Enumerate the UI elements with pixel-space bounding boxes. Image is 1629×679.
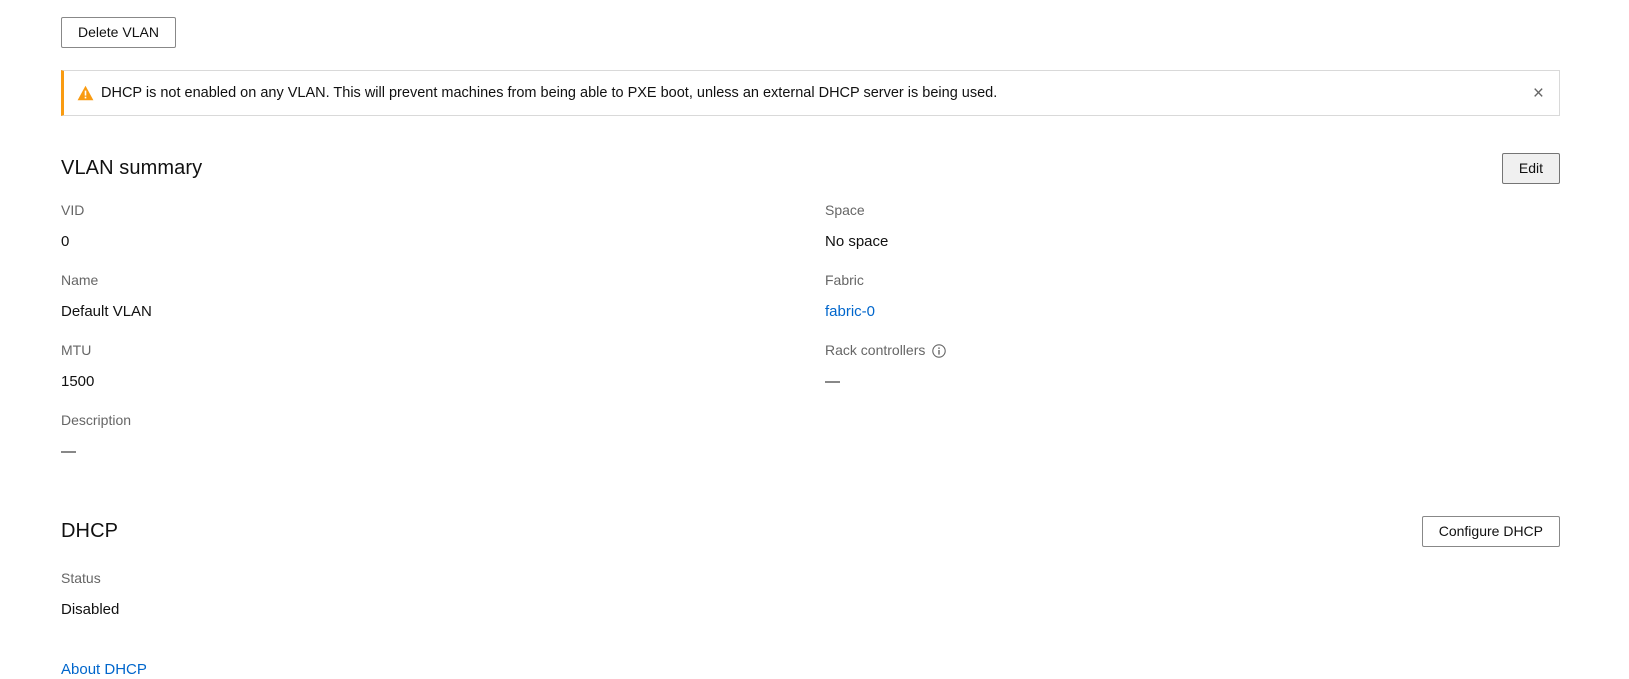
vlan-summary-title: VLAN summary — [61, 157, 202, 180]
field-mtu-value: 1500 — [61, 372, 825, 392]
vlan-detail-page: Delete VLAN DHCP is not enabled on any V… — [0, 0, 1629, 679]
alert-message: DHCP is not enabled on any VLAN. This wi… — [101, 83, 1531, 103]
field-rack-controllers-label: Rack controllers — [825, 342, 1560, 359]
configure-dhcp-button[interactable]: Configure DHCP — [1422, 516, 1560, 547]
field-name: Name Default VLAN — [61, 272, 825, 322]
field-vid: VID 0 — [61, 202, 825, 252]
warning-icon — [77, 85, 94, 101]
edit-button[interactable]: Edit — [1502, 153, 1560, 184]
vlan-summary-header: VLAN summary Edit — [61, 153, 1560, 184]
vlan-summary-left-column: VID 0 Name Default VLAN MTU 1500 Descrip… — [61, 202, 825, 482]
field-space-value: No space — [825, 232, 1560, 252]
vlan-summary-section: VLAN summary Edit VID 0 Name Default VLA… — [61, 153, 1560, 482]
field-dhcp-status-value: Disabled — [61, 600, 1560, 620]
delete-vlan-button[interactable]: Delete VLAN — [61, 17, 176, 48]
vlan-summary-fields: VID 0 Name Default VLAN MTU 1500 Descrip… — [61, 202, 1560, 482]
field-rack-controllers-label-text: Rack controllers — [825, 342, 925, 359]
field-name-value: Default VLAN — [61, 302, 825, 322]
field-space-label: Space — [825, 202, 1560, 219]
dhcp-section: DHCP Configure DHCP Status Disabled Abou… — [61, 516, 1560, 679]
vlan-summary-right-column: Space No space Fabric fabric-0 Rack cont… — [825, 202, 1560, 482]
dhcp-header: DHCP Configure DHCP — [61, 516, 1560, 547]
field-mtu: MTU 1500 — [61, 342, 825, 392]
field-mtu-label: MTU — [61, 342, 825, 359]
field-name-label: Name — [61, 272, 825, 289]
field-fabric-label: Fabric — [825, 272, 1560, 289]
field-vid-label: VID — [61, 202, 825, 219]
field-description-label: Description — [61, 412, 825, 429]
dhcp-title: DHCP — [61, 520, 118, 543]
fabric-link[interactable]: fabric-0 — [825, 303, 875, 320]
info-icon[interactable] — [932, 344, 946, 358]
alert-close-button[interactable]: × — [1531, 84, 1546, 103]
field-description: Description — — [61, 412, 825, 462]
field-space: Space No space — [825, 202, 1560, 252]
field-rack-controllers-value: — — [825, 372, 1560, 392]
field-rack-controllers: Rack controllers — — [825, 342, 1560, 392]
field-fabric: Fabric fabric-0 — [825, 272, 1560, 322]
field-dhcp-status-label: Status — [61, 570, 1560, 587]
dhcp-warning-alert: DHCP is not enabled on any VLAN. This wi… — [61, 70, 1560, 116]
field-vid-value: 0 — [61, 232, 825, 252]
dhcp-fields: Status Disabled About DHCP — [61, 570, 1560, 679]
close-icon: × — [1533, 83, 1544, 104]
about-dhcp-link[interactable]: About DHCP — [61, 660, 147, 679]
field-dhcp-status: Status Disabled — [61, 570, 1560, 620]
field-description-value: — — [61, 442, 825, 462]
